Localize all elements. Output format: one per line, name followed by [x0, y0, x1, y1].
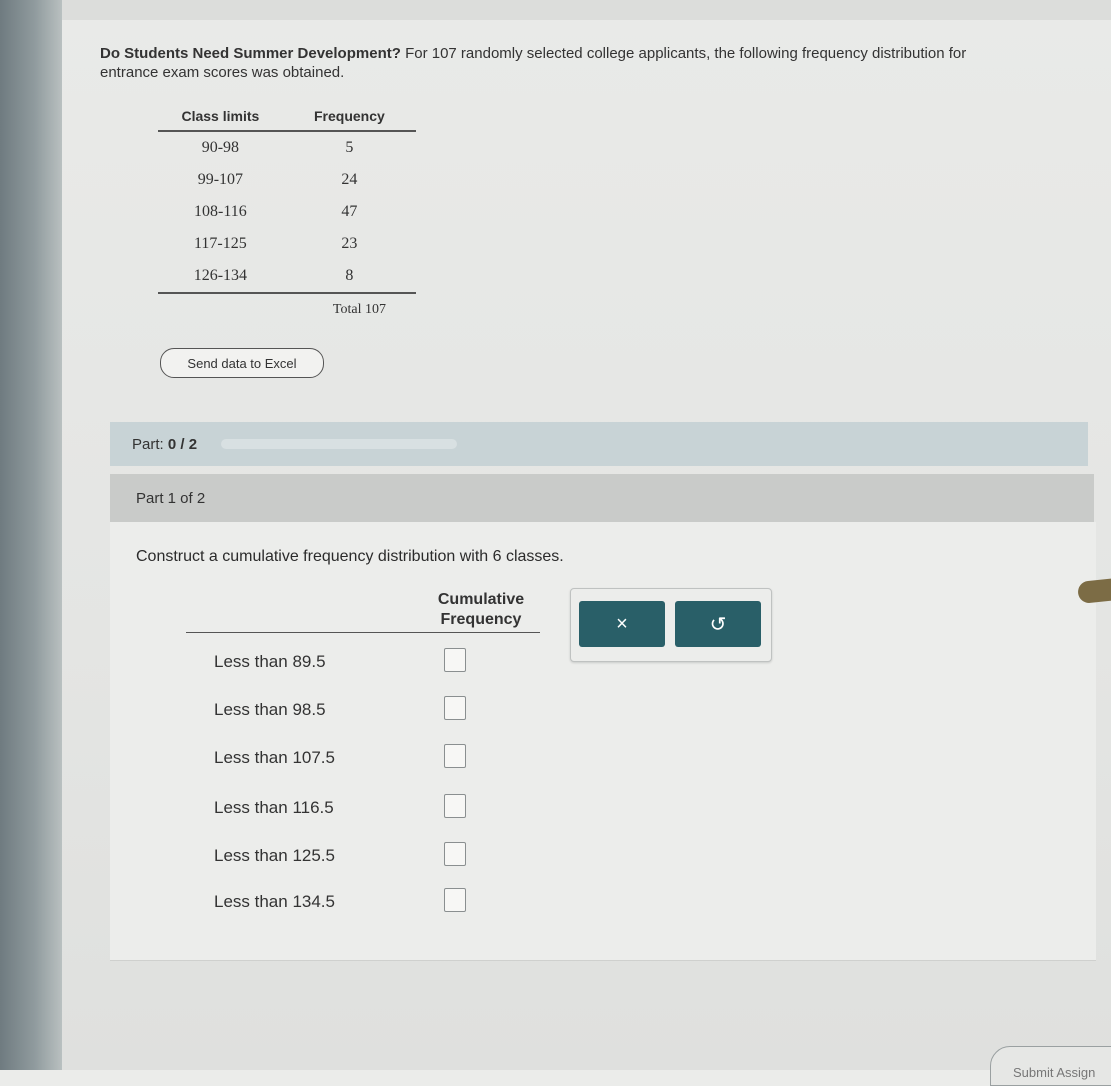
progress-label-text: Part: — [132, 435, 164, 453]
part-label: Part 1 of 2 — [136, 489, 206, 507]
table-row: Less than 116.5 — [186, 794, 540, 824]
total-value: 107 — [365, 302, 386, 317]
send-to-excel-button[interactable]: Send data to Excel — [160, 348, 324, 378]
frequency-cell: 47 — [341, 203, 358, 220]
total-cell: Total 107 — [282, 292, 416, 326]
class-limits-cell: 108-116 — [194, 203, 247, 220]
progress-bar-section: Part: 0 / 2 — [110, 422, 1088, 466]
total-row: Total 107 — [158, 292, 416, 326]
table-row: Less than 134.5 — [186, 888, 540, 918]
frequency-cell: 23 — [341, 235, 358, 252]
total-label: Total — [332, 302, 362, 317]
table-row: 90-98 5 — [158, 131, 416, 164]
frequency-cell: 5 — [345, 139, 354, 156]
progress-track — [221, 439, 458, 449]
class-limits-cell: 117-125 — [194, 235, 247, 252]
class-boundary-label: Less than 125.5 — [214, 846, 335, 865]
close-icon: × — [616, 612, 628, 635]
table-row: Less than 125.5 — [186, 842, 540, 872]
answer-tools: × ↺ — [570, 588, 772, 662]
decorative-edge-shape — [1076, 577, 1111, 605]
cumulative-frequency-input[interactable] — [444, 794, 466, 818]
cumulative-frequency-input[interactable] — [444, 888, 466, 912]
progress-value: 0 / 2 — [167, 435, 198, 453]
frequency-cell: 8 — [345, 267, 354, 284]
header-rule — [186, 632, 540, 633]
header-class-limits: Class limits — [158, 104, 283, 132]
table-row: 108-116 47 — [158, 196, 416, 228]
header-strip — [62, 0, 1111, 20]
cumulative-frequency-input[interactable] — [444, 648, 466, 672]
cumulative-frequency-input[interactable] — [444, 696, 466, 720]
class-limits-cell: 90-98 — [201, 139, 240, 156]
table-row: 99-107 24 — [158, 164, 416, 196]
background-edge — [0, 0, 62, 1070]
frequency-cell: 24 — [341, 171, 358, 188]
frequency-table: Class limits Frequency 90-98 5 99-107 24… — [158, 104, 416, 326]
table-row: Less than 107.5 — [186, 744, 540, 774]
clear-button[interactable]: × — [579, 601, 665, 647]
table-row: 117-125 23 — [158, 228, 416, 260]
header-frequency: Frequency — [282, 104, 416, 132]
table-row: Less than 98.5 — [186, 696, 540, 726]
part-header: Part 1 of 2 — [110, 474, 1094, 522]
progress-label: Part: 0 / 2 — [132, 436, 197, 453]
header-line-cumulative: Cumulative — [437, 591, 525, 608]
class-boundary-label: Less than 98.5 — [214, 700, 326, 719]
class-boundary-label: Less than 107.5 — [214, 748, 335, 767]
problem-title: Do Students Need Summer Development? — [100, 45, 401, 62]
class-boundary-label: Less than 89.5 — [214, 652, 326, 671]
submit-assignment-button[interactable]: Submit Assign — [990, 1046, 1111, 1086]
class-boundary-label: Less than 134.5 — [214, 892, 335, 911]
table-row: Less than 89.5 — [186, 648, 540, 678]
instruction-text: Construct a cumulative frequency distrib… — [136, 548, 564, 565]
cumulative-frequency-input[interactable] — [444, 744, 466, 768]
class-limits-cell: 126-134 — [193, 267, 248, 284]
table-row: 126-134 8 — [158, 260, 416, 293]
undo-icon: ↺ — [709, 613, 727, 636]
undo-button[interactable]: ↺ — [675, 601, 761, 647]
class-limits-cell: 99-107 — [197, 171, 244, 188]
cumulative-frequency-header: Cumulative Frequency — [416, 590, 546, 630]
cumulative-frequency-input[interactable] — [444, 842, 466, 866]
problem-statement: Do Students Need Summer Development? For… — [100, 44, 1020, 82]
class-boundary-label: Less than 116.5 — [214, 798, 334, 817]
header-line-frequency: Frequency — [440, 611, 522, 628]
